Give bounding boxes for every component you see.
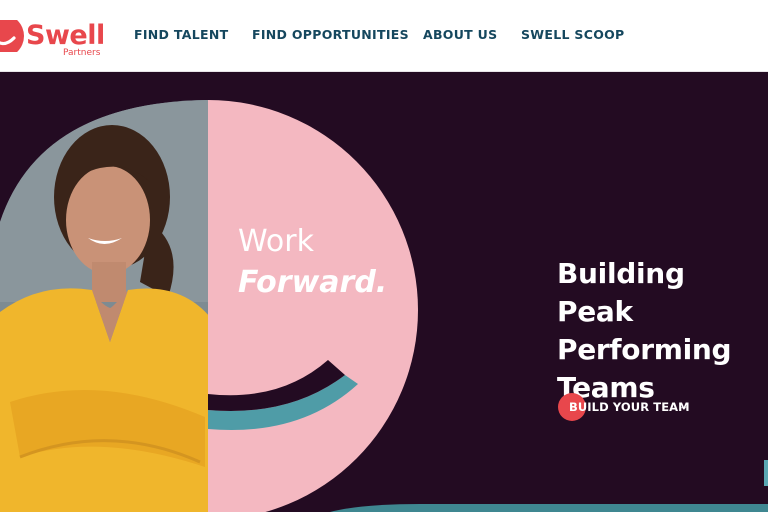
swell-logo[interactable]: Swell Partners [0,8,112,62]
nav-find-talent[interactable]: FIND TALENT [134,27,228,42]
pink-half-circle [208,100,418,512]
site-header: Swell Partners FIND TALENT FIND OPPORTUN… [0,0,768,72]
smile-logo-icon [0,20,24,52]
portrait-photo [0,100,208,512]
side-tab[interactable] [764,460,768,486]
cta-label: BUILD YOUR TEAM [569,400,690,414]
logo-wordmark: Swell [26,20,105,51]
tagline-line-2: Forward. [238,265,388,300]
hero-section: Work Forward. Building Peak Performing T… [0,72,768,512]
tagline-line-1: Work [238,224,314,259]
hero-headline: Building Peak Performing Teams [557,257,732,404]
logo-subtitle: Partners [63,48,101,58]
nav-about-us[interactable]: ABOUT US [423,27,497,42]
nav-find-opportunities[interactable]: FIND OPPORTUNITIES [252,27,409,42]
nav-swell-scoop[interactable]: SWELL SCOOP [521,27,625,42]
arrow-right-icon: → [678,398,691,413]
